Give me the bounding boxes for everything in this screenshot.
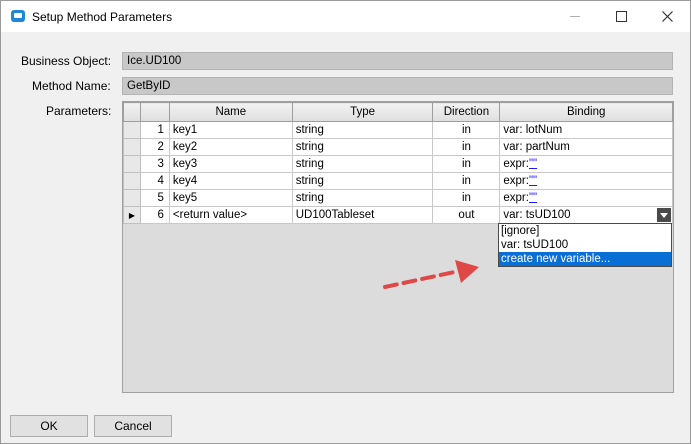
table-row[interactable]: 3 key3 string in expr:""	[123, 155, 673, 173]
binding-combobox[interactable]: var: tsUD100	[499, 206, 673, 224]
column-header-binding[interactable]: Binding	[499, 102, 673, 122]
cell-direction[interactable]: in	[432, 189, 501, 207]
cell-type[interactable]: string	[291, 189, 434, 207]
cancel-button[interactable]: Cancel	[94, 415, 172, 437]
table-row[interactable]: 2 key2 string in var: partNum	[123, 138, 673, 156]
cell-direction[interactable]: in	[432, 121, 501, 139]
row-index: 1	[139, 121, 170, 139]
binding-prefix: expr:	[503, 192, 529, 204]
maximize-icon	[615, 11, 627, 22]
minimize-icon	[570, 16, 580, 17]
grid-header-row: Name Type Direction Binding	[123, 102, 673, 122]
business-object-field[interactable]: Ice.UD100	[122, 52, 673, 70]
row-index: 3	[139, 155, 170, 173]
dropdown-option-create-new-variable[interactable]: create new variable...	[499, 252, 671, 266]
cell-name[interactable]: <return value>	[168, 206, 293, 224]
row-selector[interactable]	[123, 189, 141, 207]
table-row-active[interactable]: ▶ 6 <return value> UD100Tableset out var…	[123, 206, 673, 224]
method-name-label: Method Name:	[32, 79, 111, 93]
expression-link[interactable]: ""	[529, 175, 537, 187]
dialog-window: Setup Method Parameters Business Object:…	[0, 0, 691, 444]
cell-type[interactable]: UD100Tableset	[291, 206, 434, 224]
table-row[interactable]: 1 key1 string in var: lotNum	[123, 121, 673, 139]
close-icon	[661, 11, 673, 22]
cell-name[interactable]: key2	[168, 138, 293, 156]
row-selector[interactable]	[123, 121, 141, 139]
index-header	[139, 102, 170, 122]
window-title: Setup Method Parameters	[32, 10, 173, 24]
parameters-table: Name Type Direction Binding 1 key1 strin…	[123, 102, 673, 224]
ok-button[interactable]: OK	[10, 415, 88, 437]
current-row-icon: ▶	[128, 210, 136, 220]
binding-prefix: expr:	[503, 158, 529, 170]
cell-direction[interactable]: in	[432, 172, 501, 190]
cell-binding[interactable]: var: lotNum	[499, 121, 673, 139]
app-icon	[11, 10, 25, 22]
minimize-button[interactable]	[552, 1, 598, 32]
cell-direction[interactable]: in	[432, 138, 501, 156]
cell-binding[interactable]: expr:""	[499, 189, 673, 207]
expression-link[interactable]: ""	[529, 158, 537, 170]
binding-prefix: expr:	[503, 175, 529, 187]
cell-name[interactable]: key1	[168, 121, 293, 139]
column-header-direction[interactable]: Direction	[432, 102, 501, 122]
method-name-field[interactable]: GetByID	[122, 77, 673, 95]
binding-dropdown-list: [ignore] var: tsUD100 create new variabl…	[498, 223, 672, 267]
row-selector[interactable]	[123, 172, 141, 190]
dropdown-option-ignore[interactable]: [ignore]	[499, 224, 671, 238]
cell-type[interactable]: string	[291, 155, 434, 173]
parameters-label: Parameters:	[46, 104, 112, 118]
cell-type[interactable]: string	[291, 121, 434, 139]
cell-name[interactable]: key5	[168, 189, 293, 207]
business-object-label: Business Object:	[21, 54, 112, 68]
cell-direction[interactable]: out	[432, 206, 501, 224]
row-selector-header	[123, 102, 141, 122]
column-header-name[interactable]: Name	[168, 102, 293, 122]
column-header-type[interactable]: Type	[291, 102, 434, 122]
row-index: 5	[139, 189, 170, 207]
table-row[interactable]: 5 key5 string in expr:""	[123, 189, 673, 207]
expression-link[interactable]: ""	[529, 192, 537, 204]
row-selector[interactable]: ▶	[123, 206, 141, 224]
close-button[interactable]	[644, 1, 690, 32]
cell-name[interactable]: key4	[168, 172, 293, 190]
binding-combobox-value: var: tsUD100	[503, 209, 571, 221]
maximize-button[interactable]	[598, 1, 644, 32]
cell-binding[interactable]: expr:""	[499, 155, 673, 173]
dropdown-option-var[interactable]: var: tsUD100	[499, 238, 671, 252]
cell-type[interactable]: string	[291, 172, 434, 190]
cell-binding[interactable]: var: partNum	[499, 138, 673, 156]
row-index: 4	[139, 172, 170, 190]
cell-type[interactable]: string	[291, 138, 434, 156]
title-bar: Setup Method Parameters	[1, 1, 690, 32]
chevron-down-icon[interactable]	[657, 208, 671, 222]
cell-name[interactable]: key3	[168, 155, 293, 173]
cell-direction[interactable]: in	[432, 155, 501, 173]
row-index: 6	[139, 206, 170, 224]
annotation-arrow-icon	[383, 260, 479, 289]
row-selector[interactable]	[123, 138, 141, 156]
row-index: 2	[139, 138, 170, 156]
table-row[interactable]: 4 key4 string in expr:""	[123, 172, 673, 190]
row-selector[interactable]	[123, 155, 141, 173]
cell-binding[interactable]: expr:""	[499, 172, 673, 190]
